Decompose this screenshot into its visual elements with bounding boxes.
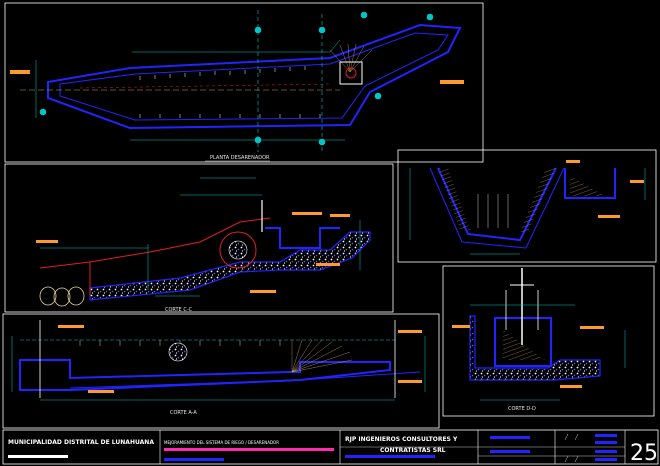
tb-client: MUNICIPALIDAD DISTRITAL DE LUNAHUANA xyxy=(8,439,154,446)
section-b-view xyxy=(397,149,657,263)
plan-label-right xyxy=(440,80,464,84)
section-c-gabion xyxy=(39,286,85,307)
tb-consultant-1: RJP INGENIEROS CONSULTORES Y xyxy=(345,436,458,443)
tb-sheet-number: 25 xyxy=(630,441,658,466)
section-a-channel xyxy=(19,359,391,391)
client-underline xyxy=(8,455,68,458)
plan-flow-line xyxy=(79,83,331,89)
project-bar-2 xyxy=(164,458,224,461)
cad-drawing-sheet: PLANTA DESARENADOR CORTE C-C CORTE A-A C… xyxy=(2,2,659,466)
title-block: MUNICIPALIDAD DISTRITAL DE LUNAHUANA MEJ… xyxy=(2,429,659,466)
section-b-ticks xyxy=(477,194,509,228)
section-d-dimensions xyxy=(470,304,626,401)
section-d-bed xyxy=(469,315,601,381)
section-a-fan-hatch xyxy=(291,339,353,373)
section-a-view: CORTE A-A xyxy=(2,313,440,429)
section-c-frame xyxy=(4,163,394,313)
tb-consultant-2: CONTRATISTAS SRL xyxy=(380,447,446,454)
plan-outer-wall xyxy=(47,23,462,130)
tb-project: MEJORAMIENTO DEL SISTEMA DE RIEGO / DESA… xyxy=(164,440,279,445)
consultant-bar xyxy=(345,455,435,458)
section-a-title: CORTE A-A xyxy=(170,410,197,416)
tb-slashes xyxy=(564,433,579,463)
section-d-title: CORTE D-D xyxy=(508,406,536,412)
section-c-view: CORTE C-C xyxy=(4,163,394,313)
project-bar xyxy=(164,448,334,451)
plan-gate-wheel xyxy=(345,67,357,79)
plan-title: PLANTA DESARENADOR xyxy=(210,155,270,161)
section-c-wall xyxy=(265,227,340,249)
plan-inner-wall xyxy=(59,32,449,121)
plan-view: PLANTA DESARENADOR xyxy=(4,2,484,163)
plan-label-left xyxy=(10,70,30,74)
tb-fields xyxy=(490,434,617,461)
section-a-gravel-detail xyxy=(168,342,188,362)
plan-baffles xyxy=(139,66,321,118)
section-c-title: CORTE C-C xyxy=(165,307,193,313)
plan-frame xyxy=(4,2,484,163)
plan-gate xyxy=(339,61,363,85)
section-d-view: CORTE D-D xyxy=(442,265,655,417)
section-b-soil-left xyxy=(438,168,470,230)
